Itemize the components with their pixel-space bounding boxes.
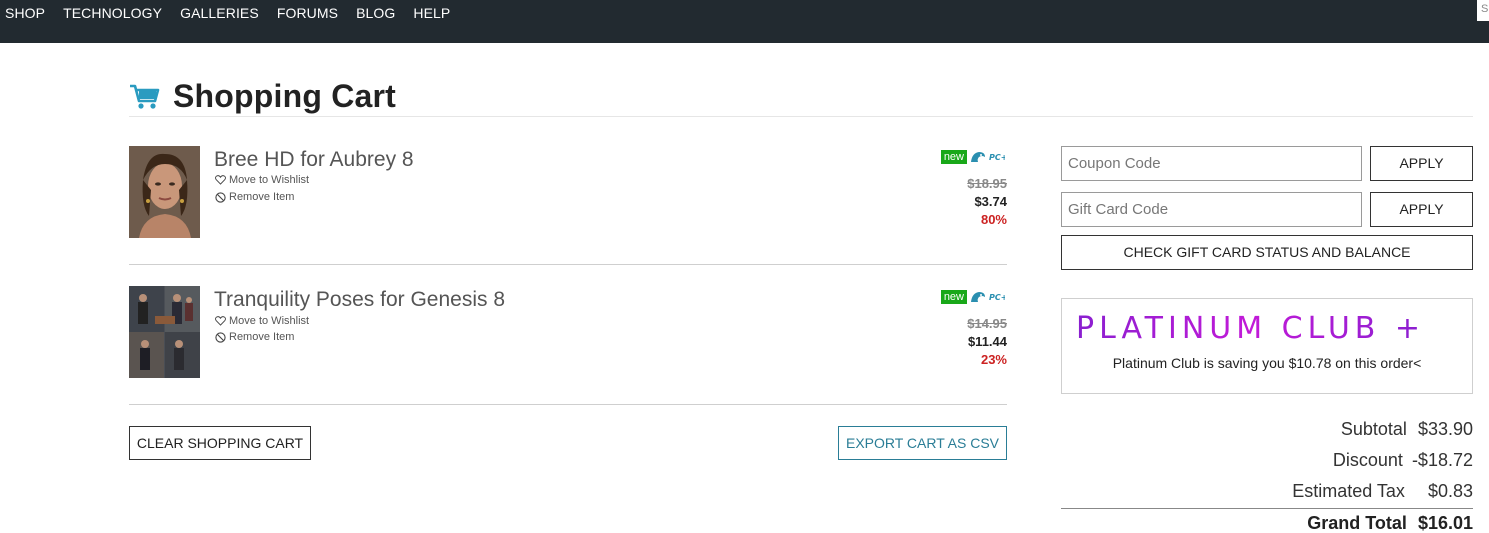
nav-item-shop[interactable]: SHOP	[5, 5, 45, 21]
item-prices: $18.95 $3.74 80%	[967, 175, 1007, 229]
grand-total-value: $16.01	[1417, 513, 1473, 533]
original-price: $14.95	[967, 316, 1007, 331]
svg-text:PC+: PC+	[989, 293, 1005, 302]
discount-row: Discount -$18.72	[1333, 450, 1473, 471]
product-thumbnail[interactable]	[129, 146, 200, 238]
item-divider	[129, 264, 1007, 265]
discount-value: -$18.72	[1411, 450, 1473, 470]
remove-item-link[interactable]: Remove Item	[215, 191, 294, 203]
item-prices: $14.95 $11.44 23%	[967, 315, 1007, 369]
subtotal-row: Subtotal $33.90	[1341, 419, 1473, 440]
nav-item-blog[interactable]: BLOG	[356, 5, 395, 21]
nav-item-galleries[interactable]: GALLERIES	[180, 5, 259, 21]
heart-icon	[215, 175, 226, 185]
grand-total-row: Grand Total $16.01	[1307, 513, 1473, 533]
nav-item-forums[interactable]: FORUMS	[277, 5, 338, 21]
remove-label: Remove Item	[229, 191, 295, 203]
tax-row: Estimated Tax $0.83	[1292, 481, 1473, 502]
item-name[interactable]: Tranquility Poses for Genesis 8	[214, 288, 505, 312]
wishlist-label: Move to Wishlist	[229, 315, 310, 327]
sale-price: $11.44	[967, 334, 1007, 349]
search-input[interactable]: S	[1477, 0, 1489, 21]
cart-item: Bree HD for Aubrey 8 Move to Wishlist Re…	[129, 146, 1007, 238]
new-badge: new	[940, 290, 967, 304]
move-to-wishlist-link[interactable]: Move to Wishlist	[215, 315, 309, 327]
svg-text:PC+: PC+	[989, 153, 1005, 162]
nav-menu: SHOP TECHNOLOGY GALLERIES FORUMS BLOG HE…	[5, 5, 468, 21]
product-thumbnail[interactable]	[129, 286, 200, 378]
tax-value: $0.83	[1427, 481, 1473, 501]
daz-plus-icon: PC+	[989, 153, 1005, 162]
discount-percent: 80%	[980, 212, 1007, 227]
platinum-club-logo: PLATINUM CLUB +	[1076, 311, 1425, 343]
platinum-club-box: PLATINUM CLUB + Platinum Club is saving …	[1061, 298, 1473, 394]
daz-icon	[971, 292, 985, 302]
gift-card-input[interactable]	[1061, 192, 1362, 227]
page-title: Shopping Cart	[173, 78, 397, 114]
wishlist-label: Move to Wishlist	[229, 174, 310, 186]
sale-price: $3.74	[974, 194, 1007, 209]
apply-coupon-button[interactable]: APPLY	[1370, 146, 1473, 181]
item-name[interactable]: Bree HD for Aubrey 8	[214, 148, 414, 172]
coupon-code-input[interactable]	[1061, 146, 1362, 181]
cart-item: Tranquility Poses for Genesis 8 Move to …	[129, 286, 1007, 378]
ban-icon	[215, 331, 226, 343]
platinum-logo-text: PLATINUM CLUB +	[1076, 311, 1425, 343]
original-price: $18.95	[967, 176, 1007, 191]
subtotal-label: Subtotal	[1340, 419, 1407, 439]
new-badge: new	[940, 150, 967, 164]
clear-cart-button[interactable]: CLEAR SHOPPING CART	[129, 426, 311, 460]
page-title-block: Shopping Cart	[129, 78, 396, 115]
check-gift-card-button[interactable]: CHECK GIFT CARD STATUS AND BALANCE	[1061, 235, 1473, 270]
discount-label: Discount	[1332, 450, 1403, 470]
shopping-cart-icon	[130, 84, 160, 109]
platinum-savings-message: Platinum Club is saving you $10.78 on th…	[1112, 355, 1422, 371]
top-nav: SHOP TECHNOLOGY GALLERIES FORUMS BLOG HE…	[0, 0, 1489, 43]
heart-icon	[215, 316, 226, 326]
ban-icon	[215, 191, 226, 203]
subtotal-value: $33.90	[1417, 419, 1473, 439]
remove-item-link[interactable]: Remove Item	[215, 331, 294, 343]
daz-icon	[971, 152, 985, 162]
item-badges: new PC+	[940, 290, 1005, 304]
discount-percent: 23%	[980, 352, 1007, 367]
title-divider	[129, 116, 1473, 117]
nav-item-help[interactable]: HELP	[413, 5, 450, 21]
grand-total-divider	[1061, 508, 1473, 509]
tax-label: Estimated Tax	[1292, 481, 1405, 501]
daz-plus-icon: PC+	[989, 293, 1005, 302]
remove-label: Remove Item	[229, 331, 295, 343]
nav-item-technology[interactable]: TECHNOLOGY	[63, 5, 162, 21]
move-to-wishlist-link[interactable]: Move to Wishlist	[215, 174, 309, 186]
export-csv-button[interactable]: EXPORT CART AS CSV	[838, 426, 1007, 460]
item-divider	[129, 404, 1007, 405]
item-badges: new PC+	[940, 150, 1005, 164]
apply-gift-card-button[interactable]: APPLY	[1370, 192, 1473, 227]
grand-total-label: Grand Total	[1307, 513, 1407, 533]
